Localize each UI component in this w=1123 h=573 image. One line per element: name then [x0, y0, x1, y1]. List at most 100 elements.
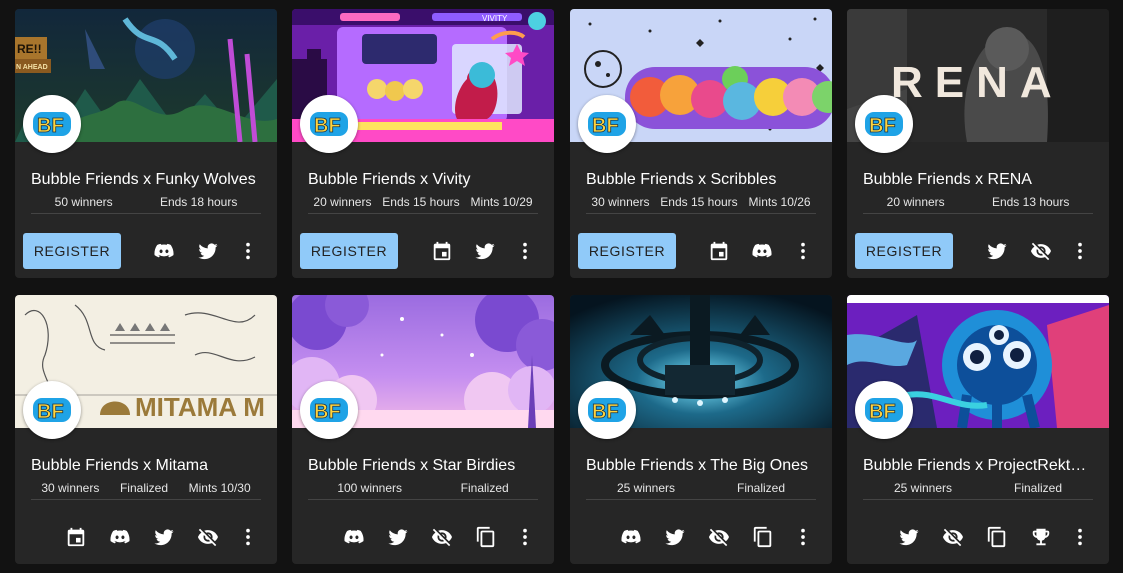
- twitter-icon[interactable]: [985, 239, 1009, 263]
- avatar: BF: [855, 95, 913, 153]
- raffle-card-funky-wolves[interactable]: RE!! N AHEAD BF Bubble Friends x Funky W…: [15, 9, 277, 278]
- card-title: Bubble Friends x Scribbles: [586, 171, 777, 188]
- more-vert-icon[interactable]: [236, 525, 260, 549]
- avatar: BF: [578, 95, 636, 153]
- status-finalized: Finalized: [119, 481, 168, 495]
- raffle-card-star-birdies[interactable]: BF Bubble Friends x Star Birdies 100 win…: [292, 295, 554, 564]
- winners-count: 100 winners: [337, 481, 403, 495]
- svg-text:RE!!: RE!!: [17, 42, 42, 56]
- eye-off-icon[interactable]: [707, 525, 731, 549]
- bf-logo-icon: BF: [588, 398, 626, 423]
- register-button[interactable]: REGISTER: [23, 233, 121, 269]
- card-title: Bubble Friends x Vivity: [308, 171, 471, 188]
- copy-icon[interactable]: [474, 525, 498, 549]
- card-meta: 20 winners Ends 15 hours Mints 10/29: [308, 195, 538, 214]
- twitter-icon[interactable]: [386, 525, 410, 549]
- calendar-icon[interactable]: [707, 239, 731, 263]
- winners-count: 30 winners: [591, 195, 650, 209]
- discord-icon[interactable]: [619, 525, 643, 549]
- avatar: BF: [300, 381, 358, 439]
- card-meta: 20 winners Ends 13 hours: [863, 195, 1093, 214]
- bf-logo-icon: BF: [865, 112, 903, 137]
- bf-logo-icon: BF: [310, 398, 348, 423]
- raffle-card-vivity[interactable]: VIVITY BF Bubble Friends x Vivity 20 win…: [292, 9, 554, 278]
- avatar: BF: [578, 381, 636, 439]
- status-finalized: Finalized: [736, 481, 786, 495]
- mint-date: Mints 10/30: [188, 481, 251, 495]
- more-vert-icon[interactable]: [791, 525, 815, 549]
- svg-text:BF: BF: [37, 115, 64, 137]
- raffle-card-rena[interactable]: RENA BF Bubble Friends x RENA 20 winners…: [847, 9, 1109, 278]
- bf-logo-icon: BF: [33, 112, 71, 137]
- more-vert-icon[interactable]: [513, 525, 537, 549]
- bf-logo-icon: BF: [33, 398, 71, 423]
- discord-icon[interactable]: [152, 239, 176, 263]
- end-time: Ends 15 hours: [382, 195, 460, 209]
- register-button[interactable]: REGISTER: [578, 233, 676, 269]
- mint-date: Mints 10/26: [748, 195, 811, 209]
- winners-count: 50 winners: [54, 195, 113, 209]
- winners-count: 25 winners: [893, 481, 953, 495]
- eye-off-icon[interactable]: [430, 525, 454, 549]
- card-title: Bubble Friends x Star Birdies: [308, 457, 516, 474]
- svg-text:BF: BF: [592, 401, 619, 423]
- svg-text:BF: BF: [314, 401, 341, 423]
- more-vert-icon[interactable]: [1068, 239, 1092, 263]
- twitter-icon[interactable]: [663, 525, 687, 549]
- raffle-card-projectrekt[interactable]: BF Bubble Friends x ProjectRekt… 25 winn…: [847, 295, 1109, 564]
- svg-text:MITAMA M: MITAMA M: [135, 392, 265, 422]
- card-meta: 25 winners Finalized: [586, 481, 816, 500]
- card-meta: 100 winners Finalized: [308, 481, 538, 500]
- card-actions: REGISTER: [292, 233, 554, 269]
- card-title: Bubble Friends x RENA: [863, 171, 1032, 188]
- eye-off-icon[interactable]: [196, 525, 220, 549]
- card-meta: 50 winners Ends 18 hours: [31, 195, 261, 214]
- card-meta: 30 winners Finalized Mints 10/30: [31, 481, 261, 500]
- calendar-icon[interactable]: [64, 525, 88, 549]
- calendar-icon[interactable]: [430, 239, 454, 263]
- svg-text:RENA: RENA: [891, 58, 1064, 107]
- status-finalized: Finalized: [460, 481, 509, 495]
- card-title: Bubble Friends x Mitama: [31, 457, 208, 474]
- avatar: BF: [855, 381, 913, 439]
- avatar: BF: [300, 95, 358, 153]
- twitter-icon[interactable]: [473, 239, 497, 263]
- card-actions: REGISTER: [15, 233, 277, 269]
- avatar: BF: [23, 381, 81, 439]
- svg-text:BF: BF: [869, 115, 896, 137]
- card-meta: 25 winners Finalized: [863, 481, 1093, 500]
- discord-icon[interactable]: [342, 525, 366, 549]
- avatar: BF: [23, 95, 81, 153]
- svg-text:BF: BF: [314, 115, 341, 137]
- register-button[interactable]: REGISTER: [300, 233, 398, 269]
- more-vert-icon[interactable]: [1068, 525, 1092, 549]
- trophy-icon[interactable]: [1029, 525, 1053, 549]
- raffle-card-the-big-ones[interactable]: BF Bubble Friends x The Big Ones 25 winn…: [570, 295, 832, 564]
- twitter-icon[interactable]: [196, 239, 220, 263]
- twitter-icon[interactable]: [152, 525, 176, 549]
- twitter-icon[interactable]: [897, 525, 921, 549]
- card-title: Bubble Friends x Funky Wolves: [31, 171, 256, 188]
- more-vert-icon[interactable]: [236, 239, 260, 263]
- card-actions: REGISTER: [847, 233, 1109, 269]
- card-actions: [292, 519, 554, 555]
- discord-icon[interactable]: [108, 525, 132, 549]
- copy-icon[interactable]: [751, 525, 775, 549]
- end-time: Ends 18 hours: [159, 195, 238, 209]
- card-actions: [15, 519, 277, 555]
- svg-text:VIVITY: VIVITY: [482, 14, 508, 23]
- card-actions: [570, 519, 832, 555]
- copy-icon[interactable]: [985, 525, 1009, 549]
- discord-icon[interactable]: [750, 239, 774, 263]
- mint-date: Mints 10/29: [470, 195, 533, 209]
- register-button[interactable]: REGISTER: [855, 233, 953, 269]
- svg-text:BF: BF: [592, 115, 619, 137]
- more-vert-icon[interactable]: [513, 239, 537, 263]
- raffle-card-mitama[interactable]: MITAMA M BF Bubble Friends x Mitama 30 w…: [15, 295, 277, 564]
- more-vert-icon[interactable]: [791, 239, 815, 263]
- status-finalized: Finalized: [1013, 481, 1063, 495]
- eye-off-icon[interactable]: [941, 525, 965, 549]
- card-title: Bubble Friends x ProjectRekt…: [863, 457, 1087, 474]
- eye-off-icon[interactable]: [1029, 239, 1053, 263]
- raffle-card-scribbles[interactable]: BF Bubble Friends x Scribbles 30 winners…: [570, 9, 832, 278]
